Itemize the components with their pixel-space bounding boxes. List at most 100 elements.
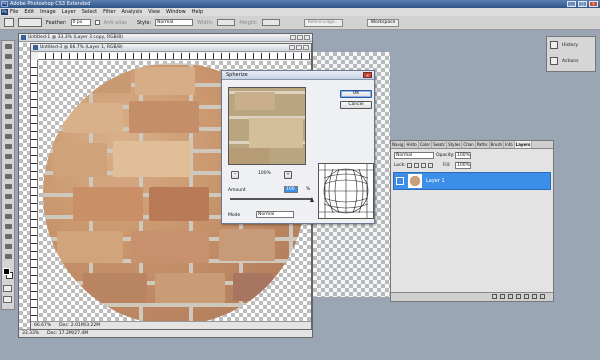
hand-tool-icon[interactable]: [2, 242, 14, 251]
doc-minimize-button[interactable]: [289, 45, 295, 50]
cancel-button[interactable]: Cancel: [340, 101, 372, 109]
lock-position-icon[interactable]: [421, 163, 426, 168]
tab-histogram[interactable]: Histo: [405, 141, 419, 148]
refine-edge-button[interactable]: Refine Edge...: [303, 18, 343, 27]
notes-tool-icon[interactable]: [2, 222, 14, 231]
move-tool-icon[interactable]: [2, 42, 14, 51]
lock-pixels-icon[interactable]: [414, 163, 419, 168]
new-layer-icon[interactable]: [532, 294, 537, 299]
menu-layer[interactable]: Layer: [62, 9, 76, 15]
antialias-checkbox[interactable]: [94, 20, 100, 25]
pen-tool-icon[interactable]: [2, 182, 14, 191]
workspace-button[interactable]: Workspace: [366, 18, 400, 27]
screen-mode-icon[interactable]: [3, 296, 12, 303]
blend-mode-select[interactable]: Normal: [394, 152, 434, 159]
marquee-tool-icon[interactable]: [2, 52, 14, 61]
tab-styles[interactable]: Styles: [447, 141, 463, 148]
tab-layers[interactable]: Layers: [514, 141, 533, 148]
dialog-title-bar[interactable]: Spherize ×: [222, 71, 374, 80]
marquee-tool-preset-icon[interactable]: [4, 18, 14, 27]
crop-tool-icon[interactable]: [2, 82, 14, 91]
vertical-ruler[interactable]: [31, 60, 38, 322]
zoom-tool-icon[interactable]: [2, 252, 14, 261]
width-input[interactable]: [217, 19, 236, 26]
lock-transparency-icon[interactable]: [407, 163, 412, 168]
minimize-button[interactable]: _: [567, 1, 576, 7]
menu-file[interactable]: File: [10, 9, 18, 15]
clone-stamp-tool-icon[interactable]: [2, 122, 14, 131]
document-title-bar[interactable]: Untitled-3 @ 66.7% (Layer 1, RGB/8): [31, 44, 311, 52]
horizontal-ruler[interactable]: [38, 53, 311, 60]
zoom-in-button[interactable]: +: [284, 171, 292, 179]
amount-slider-track[interactable]: [230, 198, 312, 200]
slice-tool-icon[interactable]: [2, 92, 14, 101]
gradient-tool-icon[interactable]: [2, 152, 14, 161]
brush-tool-icon[interactable]: [2, 112, 14, 121]
menu-window[interactable]: Window: [166, 9, 186, 15]
foreground-color-swatch[interactable]: [3, 268, 10, 275]
adjustment-layer-icon[interactable]: [516, 294, 521, 299]
menu-image[interactable]: Image: [40, 9, 56, 15]
layer-row[interactable]: Layer 1: [393, 172, 551, 190]
doc-close-button[interactable]: [304, 35, 310, 40]
close-button[interactable]: ×: [589, 1, 598, 7]
type-tool-icon[interactable]: [2, 192, 14, 201]
lasso-tool-icon[interactable]: [2, 62, 14, 71]
tab-channels[interactable]: Chan: [462, 141, 476, 148]
visibility-eye-icon[interactable]: [396, 177, 404, 185]
eraser-tool-icon[interactable]: [2, 142, 14, 151]
blur-tool-icon[interactable]: [2, 162, 14, 171]
mode-select[interactable]: Normal: [256, 211, 294, 218]
amount-input[interactable]: 100: [284, 186, 298, 193]
layer-style-icon[interactable]: [500, 294, 505, 299]
selection-mode-icons[interactable]: [18, 18, 42, 27]
zoom-level[interactable]: 33.33%: [22, 330, 39, 337]
doc-maximize-button[interactable]: [297, 35, 303, 40]
feather-input[interactable]: 0 px: [70, 19, 91, 26]
doc-close-button[interactable]: [303, 45, 309, 50]
dodge-tool-icon[interactable]: [2, 172, 14, 181]
menu-edit[interactable]: Edit: [24, 9, 34, 15]
height-input[interactable]: [261, 19, 280, 26]
actions-icon[interactable]: [550, 57, 558, 65]
fill-input[interactable]: 100%: [455, 162, 471, 169]
shape-tool-icon[interactable]: [2, 212, 14, 221]
lock-all-icon[interactable]: [428, 163, 433, 168]
new-group-icon[interactable]: [524, 294, 529, 299]
tab-color[interactable]: Color: [419, 141, 433, 148]
filter-preview[interactable]: [228, 87, 306, 165]
layer-mask-icon[interactable]: [508, 294, 513, 299]
menu-analysis[interactable]: Analysis: [122, 9, 143, 15]
trash-icon[interactable]: [540, 294, 545, 299]
menu-select[interactable]: Select: [82, 9, 97, 15]
healing-brush-tool-icon[interactable]: [2, 102, 14, 111]
magic-wand-tool-icon[interactable]: [2, 72, 14, 81]
tab-swatches[interactable]: Swatc: [432, 141, 448, 148]
dialog-close-icon[interactable]: ×: [363, 72, 372, 78]
link-layers-icon[interactable]: [492, 294, 497, 299]
menu-filter[interactable]: Filter: [103, 9, 115, 15]
zoom-out-button[interactable]: −: [231, 171, 239, 179]
path-selection-tool-icon[interactable]: [2, 202, 14, 211]
actions-label[interactable]: Actions: [562, 59, 578, 64]
tab-brushes[interactable]: Brush: [490, 141, 505, 148]
tab-paths[interactable]: Paths: [476, 141, 490, 148]
layer-name[interactable]: Layer 1: [426, 178, 445, 184]
tab-navigator[interactable]: Navig: [391, 141, 406, 148]
menu-view[interactable]: View: [148, 9, 160, 15]
history-icon[interactable]: [550, 41, 558, 49]
ok-button[interactable]: OK: [340, 90, 372, 98]
maximize-button[interactable]: □: [578, 1, 587, 7]
history-label[interactable]: History: [562, 43, 578, 48]
style-select[interactable]: Normal: [155, 19, 194, 26]
eyedropper-tool-icon[interactable]: [2, 232, 14, 241]
doc-minimize-button[interactable]: [290, 35, 296, 40]
tab-info[interactable]: Info: [504, 141, 515, 148]
history-brush-tool-icon[interactable]: [2, 132, 14, 141]
ps-menu-icon[interactable]: Ps: [1, 9, 8, 15]
document-title-bar[interactable]: Untitled-1 @ 33.3% (Layer 3 copy, RGB/8): [19, 34, 312, 42]
opacity-input[interactable]: 100%: [455, 152, 471, 159]
quick-mask-icon[interactable]: [3, 285, 12, 292]
menu-help[interactable]: Help: [192, 9, 203, 15]
doc-maximize-button[interactable]: [296, 45, 302, 50]
